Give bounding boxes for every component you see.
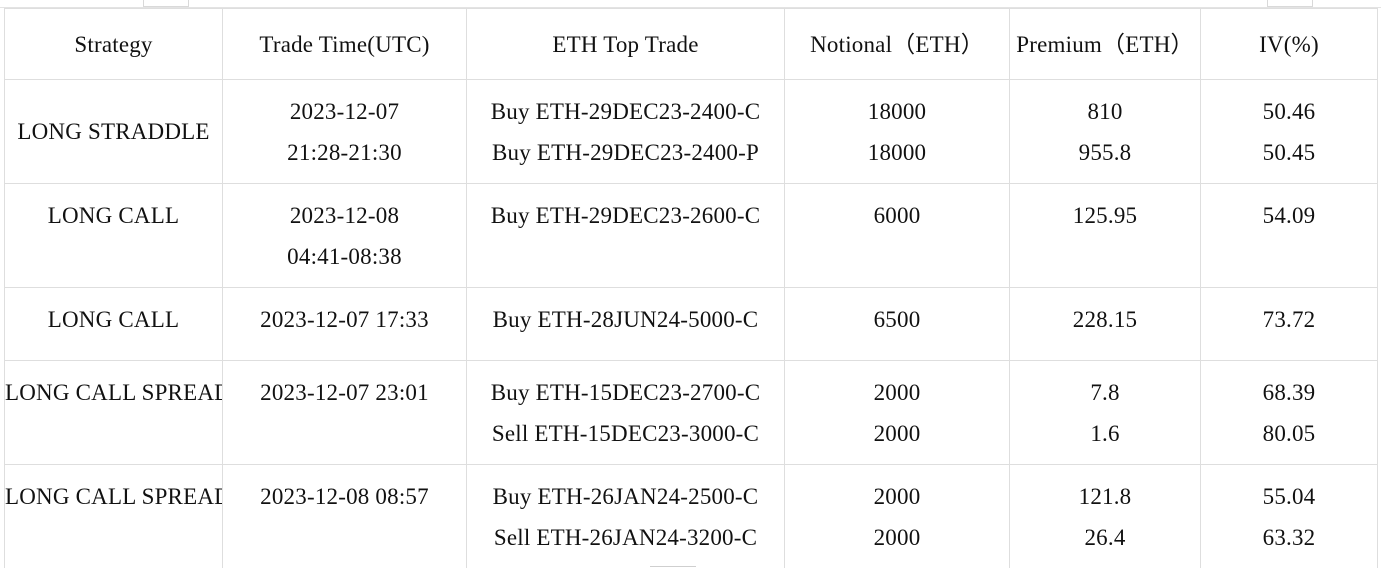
premium-value: 121.8 (1078, 484, 1132, 509)
iv-cell: 68.39 80.05 (1200, 360, 1378, 465)
header-trade-time: Trade Time(UTC) (222, 8, 467, 80)
column-resize-handle[interactable] (143, 0, 189, 7)
trade-datetime: 2023-12-07 23:01 (260, 380, 429, 405)
premium-value: 125.95 (1072, 203, 1138, 228)
top-trade-cell: Buy ETH-15DEC23-2700-C Sell ETH-15DEC23-… (466, 360, 785, 465)
notional-value: 18000 (867, 99, 927, 124)
notional-value: 2000 (873, 484, 921, 509)
notional-value: 6000 (873, 203, 921, 228)
trade-date: 2023-12-08 (289, 203, 400, 228)
iv-value: 80.05 (1262, 421, 1316, 446)
trade-datetime: 2023-12-07 17:33 (260, 307, 429, 332)
iv-value: 54.09 (1262, 203, 1316, 228)
iv-cell: 54.09 (1200, 183, 1378, 288)
notional-cell: 18000 18000 (784, 79, 1010, 184)
trade-leg: Buy ETH-26JAN24-2500-C (492, 484, 759, 509)
strategy-cell: LONG STRADDLE (4, 79, 223, 184)
table-row: LONG STRADDLE 2023-12-07 21:28-21:30 Buy… (4, 79, 1378, 184)
strategy-label: LONG CALL SPREAD (5, 380, 223, 405)
strategy-cell: LONG CALL SPREAD (4, 464, 223, 568)
trade-date: 2023-12-07 (289, 99, 400, 124)
premium-cell: 121.8 26.4 (1009, 464, 1201, 568)
premium-cell: 228.15 (1009, 287, 1201, 361)
trade-leg: Buy ETH-29DEC23-2600-C (490, 203, 761, 228)
header-iv: IV(%) (1200, 8, 1378, 80)
notional-cell: 6000 (784, 183, 1010, 288)
header-row: Strategy Trade Time(UTC) ETH Top Trade N… (4, 8, 1378, 80)
premium-value: 7.8 (1090, 380, 1120, 405)
eth-top-trades-table: Strategy Trade Time(UTC) ETH Top Trade N… (4, 8, 1378, 568)
header-top-trade: ETH Top Trade (466, 8, 785, 80)
trade-leg: Sell ETH-15DEC23-3000-C (491, 421, 760, 446)
table-row: LONG CALL 2023-12-08 04:41-08:38 Buy ETH… (4, 183, 1378, 288)
strategy-label: LONG STRADDLE (17, 119, 210, 144)
iv-value: 50.46 (1262, 99, 1316, 124)
iv-cell: 73.72 (1200, 287, 1378, 361)
premium-value: 1.6 (1090, 421, 1120, 446)
table-row: LONG CALL SPREAD 2023-12-07 23:01 Buy ET… (4, 360, 1378, 465)
top-trade-cell: Buy ETH-29DEC23-2600-C (466, 183, 785, 288)
top-trade-cell: Buy ETH-28JUN24-5000-C (466, 287, 785, 361)
strategy-cell: LONG CALL (4, 183, 223, 288)
notional-value: 2000 (873, 525, 921, 550)
premium-value: 810 (1087, 99, 1123, 124)
trade-time-cell: 2023-12-07 23:01 (222, 360, 467, 465)
trade-leg: Buy ETH-29DEC23-2400-C (490, 99, 761, 124)
notional-value: 18000 (867, 140, 927, 165)
notional-value: 2000 (873, 380, 921, 405)
premium-cell: 125.95 (1009, 183, 1201, 288)
iv-value: 68.39 (1262, 380, 1316, 405)
notional-value: 6500 (873, 307, 921, 332)
header-notional: Notional（ETH） (784, 8, 1010, 80)
premium-value: 26.4 (1084, 525, 1126, 550)
iv-cell: 55.04 63.32 (1200, 464, 1378, 568)
iv-value: 73.72 (1262, 307, 1316, 332)
table-row: LONG CALL SPREAD 2023-12-08 08:57 Buy ET… (4, 464, 1378, 568)
strategy-label: LONG CALL SPREAD (5, 484, 223, 509)
notional-cell: 2000 2000 (784, 360, 1010, 465)
trade-time-cell: 2023-12-07 21:28-21:30 (222, 79, 467, 184)
trade-time-cell: 2023-12-08 08:57 (222, 464, 467, 568)
table-row: LONG CALL 2023-12-07 17:33 Buy ETH-28JUN… (4, 287, 1378, 361)
premium-cell: 810 955.8 (1009, 79, 1201, 184)
trade-time-cell: 2023-12-08 04:41-08:38 (222, 183, 467, 288)
premium-value: 955.8 (1078, 140, 1132, 165)
notional-value: 2000 (873, 421, 921, 446)
premium-value: 228.15 (1072, 307, 1138, 332)
header-premium: Premium（ETH） (1009, 8, 1201, 80)
strategy-cell: LONG CALL (4, 287, 223, 361)
iv-value: 63.32 (1262, 525, 1316, 550)
trade-leg: Buy ETH-28JUN24-5000-C (492, 307, 759, 332)
strategy-label: LONG CALL (47, 307, 180, 332)
trade-time-cell: 2023-12-07 17:33 (222, 287, 467, 361)
column-resize-handle[interactable] (1267, 0, 1313, 7)
trade-leg: Buy ETH-15DEC23-2700-C (490, 380, 761, 405)
notional-cell: 6500 (784, 287, 1010, 361)
trade-leg: Sell ETH-26JAN24-3200-C (493, 525, 758, 550)
trade-time-range: 04:41-08:38 (287, 244, 402, 269)
trade-time-range: 21:28-21:30 (287, 140, 402, 165)
strategy-cell: LONG CALL SPREAD (4, 360, 223, 465)
iv-cell: 50.46 50.45 (1200, 79, 1378, 184)
trade-datetime: 2023-12-08 08:57 (260, 484, 429, 509)
strategy-label: LONG CALL (47, 203, 180, 228)
iv-value: 50.45 (1262, 140, 1316, 165)
notional-cell: 2000 2000 (784, 464, 1010, 568)
header-strategy: Strategy (4, 8, 223, 80)
premium-cell: 7.8 1.6 (1009, 360, 1201, 465)
sheet-top-edge (0, 0, 1381, 8)
iv-value: 55.04 (1262, 484, 1316, 509)
trade-leg: Buy ETH-29DEC23-2400-P (492, 140, 759, 165)
top-trade-cell: Buy ETH-26JAN24-2500-C Sell ETH-26JAN24-… (466, 464, 785, 568)
top-trade-cell: Buy ETH-29DEC23-2400-C Buy ETH-29DEC23-2… (466, 79, 785, 184)
